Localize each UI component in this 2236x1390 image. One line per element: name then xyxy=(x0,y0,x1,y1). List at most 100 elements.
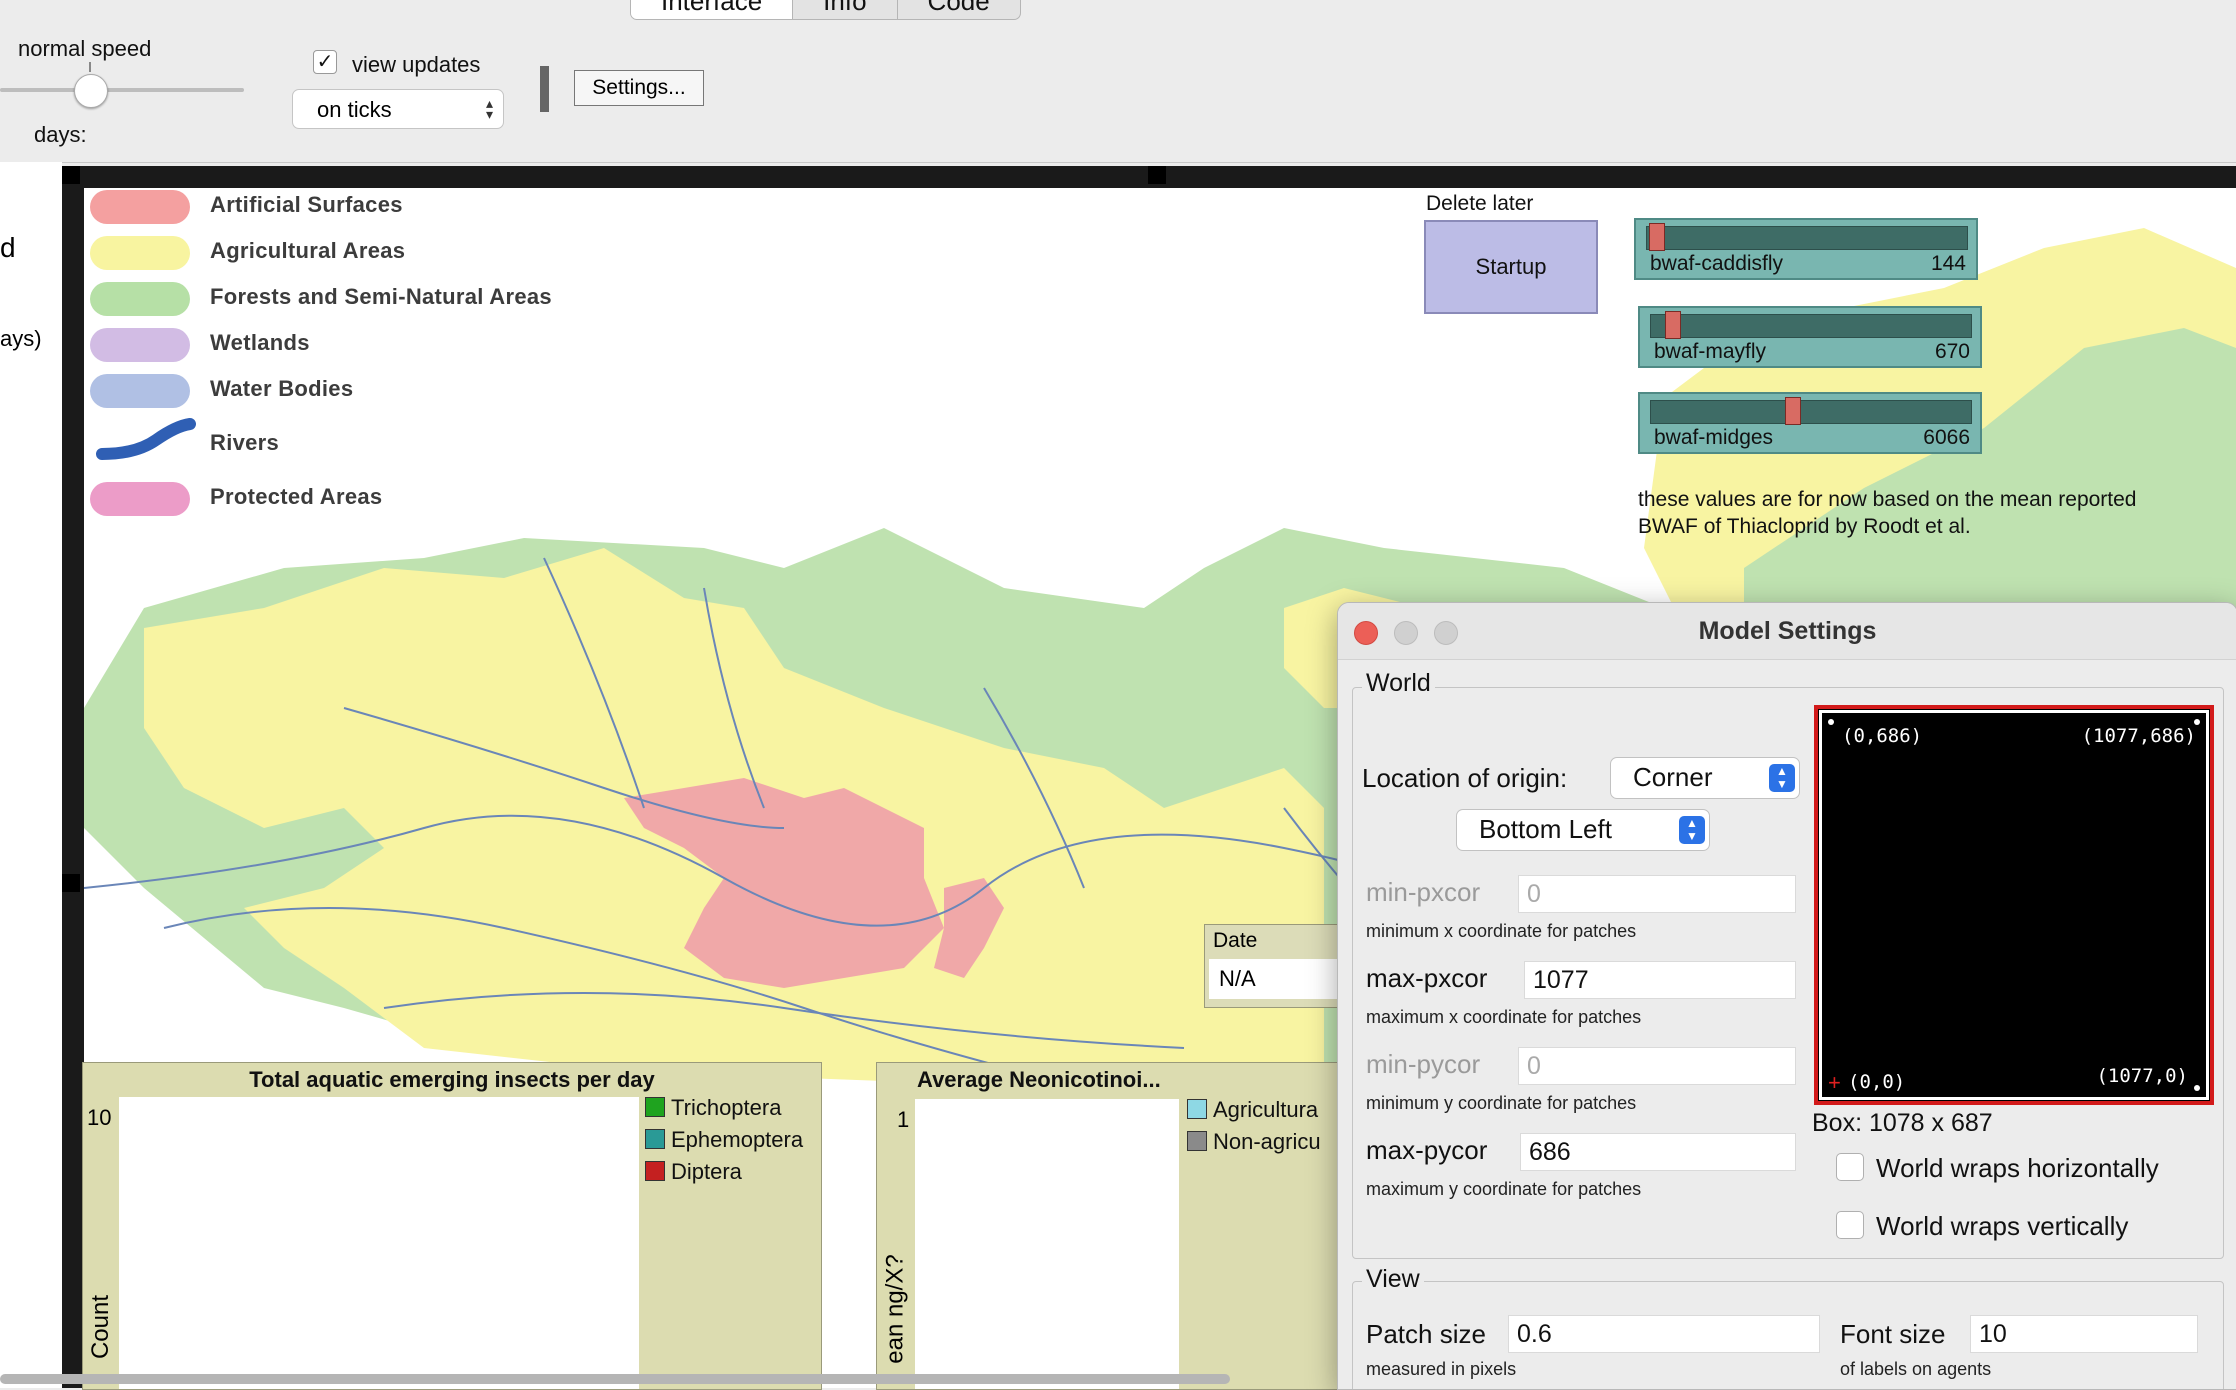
river-swatch-icon xyxy=(96,418,196,460)
max-pxcor-input[interactable]: 1077 xyxy=(1524,961,1796,999)
patch-size-label: Patch size xyxy=(1366,1319,1486,1349)
resize-handle-left[interactable] xyxy=(62,874,80,892)
note-text: these values are for now based on the me… xyxy=(1638,488,2137,538)
legend-swatch xyxy=(90,190,190,224)
plot-legend-item: Agricultura xyxy=(1187,1097,1318,1123)
view-updates-label: view updates xyxy=(352,52,481,77)
coord-bottom-left: (0,0) xyxy=(1848,1071,1906,1093)
monitor-label: Date xyxy=(1213,929,1258,952)
slider-value: 670 xyxy=(1934,340,1970,363)
legend-label: Rivers xyxy=(210,430,280,455)
plot-ymax: 10 xyxy=(87,1105,112,1130)
slider-bwaf-caddisfly[interactable]: bwaf-caddisfly 144 xyxy=(1634,218,1978,280)
left-panel: d ays) xyxy=(0,162,62,1388)
update-mode-select[interactable]: on ticks ▴ ▾ xyxy=(292,89,504,129)
max-pycor-input[interactable]: 686 xyxy=(1520,1133,1796,1171)
tab-interface[interactable]: Interface xyxy=(631,0,794,19)
close-icon[interactable] xyxy=(1354,621,1378,645)
speed-slider-track[interactable] xyxy=(0,88,244,92)
legend-swatch xyxy=(90,328,190,362)
origin-label: Location of origin: xyxy=(1362,763,1568,793)
origin-select[interactable]: Corner ▲ ▼ xyxy=(1610,757,1800,799)
legend-swatch xyxy=(90,236,190,270)
settings-button[interactable]: Settings... xyxy=(574,70,704,106)
slider-value: 144 xyxy=(1930,252,1966,275)
world-group-label: World xyxy=(1362,669,1435,698)
left-fragment-1: d xyxy=(0,232,16,263)
legend-label: Agricultura xyxy=(1213,1097,1319,1122)
plot-area xyxy=(915,1099,1179,1389)
legend-label: Trichoptera xyxy=(671,1095,782,1120)
slider-track[interactable] xyxy=(1646,226,1968,250)
startup-label: Startup xyxy=(1475,254,1547,279)
plot-legend-item: Ephemoptera xyxy=(645,1127,803,1153)
view-updates-checkbox[interactable]: ✓ xyxy=(313,50,337,74)
horizontal-scrollbar[interactable] xyxy=(0,1374,1230,1384)
tab-info[interactable]: Info xyxy=(793,0,898,19)
model-settings-dialog: Model Settings World Location of origin:… xyxy=(1337,602,2236,1390)
resize-handle-top[interactable] xyxy=(1148,166,1166,184)
origin-marker-icon: + xyxy=(1828,1070,1841,1095)
legend-swatch xyxy=(645,1129,665,1149)
chevron-updown-icon: ▴ ▾ xyxy=(485,95,493,122)
slider-bwaf-midges[interactable]: bwaf-midges 6066 xyxy=(1638,392,1982,454)
max-pycor-label: max-pycor xyxy=(1366,1135,1488,1165)
max-pxcor-hint: maximum x coordinate for patches xyxy=(1366,1007,1642,1027)
slider-knob[interactable] xyxy=(1649,223,1666,251)
slider-knob[interactable] xyxy=(1784,397,1801,425)
delete-later-label: Delete later xyxy=(1426,192,1534,215)
toolbar-divider xyxy=(540,66,549,112)
legend-label: Ephemoptera xyxy=(671,1127,804,1152)
legend-label: Water Bodies xyxy=(210,376,354,401)
resize-handle-tl[interactable] xyxy=(62,166,80,184)
coord-top-right: (1077,686) xyxy=(2081,725,2196,747)
plot-area xyxy=(119,1097,639,1389)
update-mode-value: on ticks xyxy=(317,97,392,122)
origin-value: Corner xyxy=(1633,762,1713,792)
patch-size-input[interactable]: 0.6 xyxy=(1508,1315,1820,1353)
min-pycor-label: min-pycor xyxy=(1366,1049,1481,1079)
slider-track[interactable] xyxy=(1650,314,1972,338)
tab-bar: Interface Info Code xyxy=(630,0,1021,20)
speed-tick xyxy=(89,62,91,72)
insects-plot: Total aquatic emerging insects per day 1… xyxy=(82,1062,822,1390)
chevron-updown-icon: ▲ ▼ xyxy=(1679,816,1705,844)
font-size-hint: of labels on agents xyxy=(1840,1359,1992,1379)
slider-name: bwaf-mayfly xyxy=(1654,340,1767,363)
min-pycor-input: 0 xyxy=(1518,1047,1796,1085)
plot-ylabel: ean ng/X? xyxy=(881,1254,909,1364)
corner-select[interactable]: Bottom Left ▲ ▼ xyxy=(1456,809,1710,851)
minimize-icon[interactable] xyxy=(1394,621,1418,645)
box-size-label: Box: 1078 x 687 xyxy=(1812,1109,1993,1137)
ticks-label: days: xyxy=(34,122,87,147)
chevron-updown-icon: ▲ ▼ xyxy=(1769,764,1795,792)
legend-swatch xyxy=(645,1161,665,1181)
slider-value: 6066 xyxy=(1923,426,1970,449)
legend-swatch xyxy=(90,374,190,408)
plot-legend-item: Trichoptera xyxy=(645,1095,781,1121)
coord-top-left: (0,686) xyxy=(1842,725,1923,747)
legend-label: Wetlands xyxy=(210,330,310,355)
font-size-input[interactable]: 10 xyxy=(1970,1315,2198,1353)
speed-slider-knob[interactable] xyxy=(74,74,108,108)
corner-dot xyxy=(1828,719,1834,725)
startup-button[interactable]: Startup xyxy=(1424,220,1598,314)
slider-name: bwaf-caddisfly xyxy=(1650,252,1784,275)
plot-title: Average Neonicotinoi... xyxy=(917,1067,1161,1092)
slider-track[interactable] xyxy=(1650,400,1972,424)
slider-bwaf-mayfly[interactable]: bwaf-mayfly 670 xyxy=(1638,306,1982,368)
slider-name: bwaf-midges xyxy=(1654,426,1774,449)
patch-size-hint: measured in pixels xyxy=(1366,1359,1517,1379)
view-group-label: View xyxy=(1362,1265,1424,1294)
wrap-horizontal-checkbox[interactable] xyxy=(1836,1153,1864,1181)
tab-code[interactable]: Code xyxy=(898,0,1020,19)
legend-swatch xyxy=(1187,1099,1207,1119)
wrap-vertical-checkbox[interactable] xyxy=(1836,1211,1864,1239)
min-pxcor-label: min-pxcor xyxy=(1366,877,1481,907)
coord-bottom-right: (1077,0) xyxy=(2096,1065,2188,1087)
legend-swatch xyxy=(1187,1131,1207,1151)
legend-label: Protected Areas xyxy=(210,484,383,509)
slider-knob[interactable] xyxy=(1665,311,1682,339)
plot-legend-item: Non-agricu xyxy=(1187,1129,1321,1155)
zoom-icon[interactable] xyxy=(1434,621,1458,645)
